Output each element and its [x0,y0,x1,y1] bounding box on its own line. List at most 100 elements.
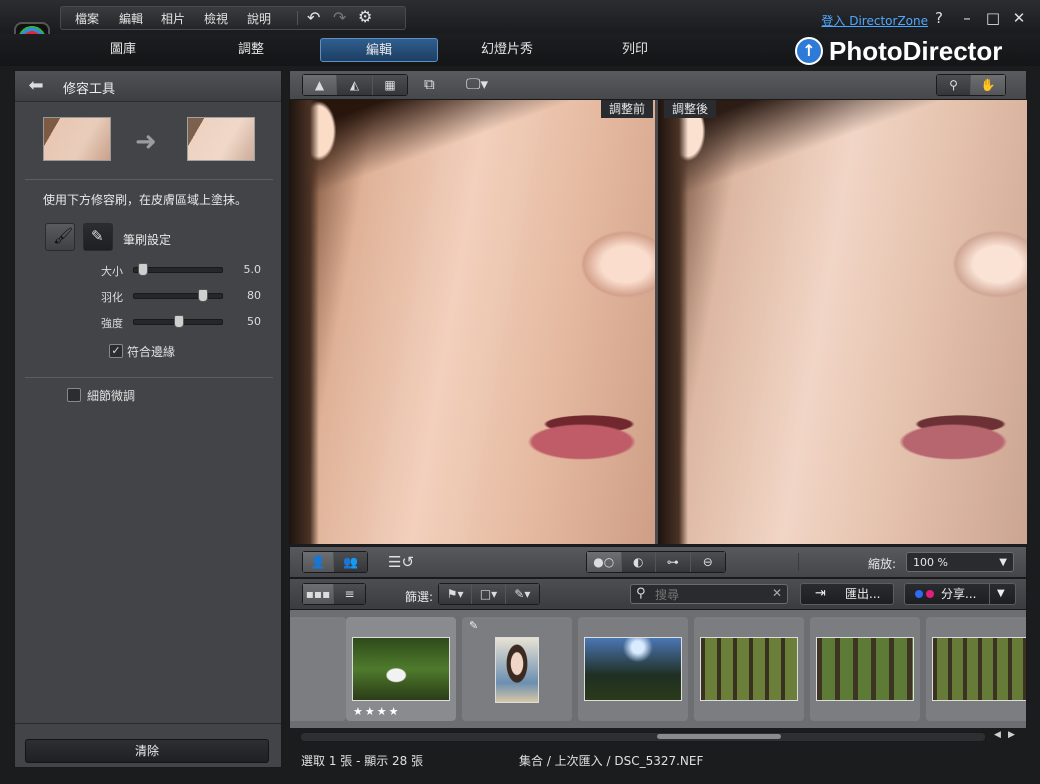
edited-filter-icon[interactable]: ✎▾ [505,584,539,604]
tab-adjust[interactable]: 調整 [192,38,310,62]
share-button[interactable]: 分享... ▼ [904,583,1016,605]
brand-name: PhotoDirector [829,35,1003,66]
divider [15,723,281,724]
photo-tile[interactable] [578,617,688,721]
tab-print[interactable]: 列印 [576,38,694,62]
single-view-icon[interactable]: ▲ [303,75,337,95]
zoom-magnifier-icon[interactable]: ⚲ [937,75,972,95]
scroll-left-icon[interactable]: ◀ [994,730,1001,740]
menu-photo[interactable]: 相片 [161,10,185,27]
strength-slider[interactable] [133,315,223,328]
split-side-by-side-icon[interactable]: ●○ [587,552,622,572]
hand-pan-icon[interactable]: ✋ [971,75,1005,95]
filmstrip-scrollbar[interactable] [300,732,986,742]
before-label: 調整前 [600,100,653,118]
scroll-right-icon[interactable]: ▶ [1008,730,1015,740]
feather-label: 羽化 [101,291,123,304]
list-view-icon[interactable]: ≡ [334,584,365,604]
photo-tile[interactable] [810,617,920,721]
feather-slider[interactable] [133,289,223,302]
photo-tile[interactable] [290,617,346,721]
after-image[interactable]: 調整後 [658,100,1027,544]
eraser-brush-icon: ✎ [91,227,104,245]
tab-edit[interactable]: 編輯 [320,38,438,62]
close-icon[interactable]: ✕ [1010,9,1028,27]
feather-value: 80 [247,289,261,302]
size-slider[interactable] [133,263,223,276]
menu-bar: 檔案 編輯 相片 檢視 說明 ↶ ↷ ⚙ [60,6,406,30]
filmstrip: ★★★★ ✎ [289,610,1027,728]
filmstrip-view-group: ▪▪▪ ≡ [302,583,366,605]
split-vertical-icon[interactable]: ◐ [621,552,656,572]
reset-layers-icon[interactable]: ☰↺ [388,553,414,571]
photo-tile[interactable]: ✎ [462,617,572,721]
two-people-icon[interactable]: 👥 [334,552,367,572]
viewer-toolbar: ▲ ◭ ▦ ⧉ 🖵▾ ⚲ ✋ [289,70,1027,100]
brush-tool-button[interactable]: 🖌 [45,223,75,251]
collection-path: 集合 / 上次匯入 / DSC_5327.NEF [519,754,704,768]
feather-slider-thumb[interactable] [198,289,208,302]
fine-tune-checkbox[interactable] [67,388,81,402]
before-image[interactable]: 調整前 [289,100,655,544]
menu-edit[interactable]: 編輯 [119,10,143,27]
after-label: 調整後 [664,100,717,118]
panel-header: ⬅ 修容工具 [15,71,281,102]
right-arrow-icon: ➜ [135,127,157,157]
chevron-down-icon: ▼ [999,557,1007,568]
rotate-icon[interactable]: ⧉ [424,75,435,93]
fit-edges-checkbox[interactable]: ✓ [109,344,123,358]
compare-view-icon[interactable]: ◭ [337,75,373,95]
single-person-icon[interactable]: 👤 [303,552,335,572]
back-arrow-icon[interactable]: ⬅ [23,76,49,96]
split-stacked-icon[interactable]: ⊶ [656,552,691,572]
photo-thumbnail [816,637,914,701]
maximize-icon[interactable]: □ [984,9,1002,27]
share-pink-dot-icon [926,590,934,598]
strength-slider-thumb[interactable] [174,315,184,328]
upload-arrow-icon: ↑ [795,37,823,65]
share-label: 分享... [941,587,977,601]
monitor-display-icon[interactable]: 🖵▾ [466,75,488,93]
status-bar: 選取 1 張 - 顯示 28 張 集合 / 上次匯入 / DSC_5327.NE… [289,746,1027,770]
tool-panel: ⬅ 修容工具 ➜ 使用下方修容刷，在皮膚區域上塗抹。 🖌 ✎ 筆刷設定 大小 5… [14,70,282,768]
zoom-label: 縮放: [868,557,897,571]
redo-icon[interactable]: ↷ [333,8,346,27]
filter-toolbar: ▪▪▪ ≡ 篩選: ⚑▾ □▾ ✎▾ ⚲ ✕ ⇥ 匯出... 分享... ▼ [289,578,1027,610]
undo-icon[interactable]: ↶ [307,8,320,27]
fine-tune-label: 細節微調 [87,389,136,403]
chevron-down-icon[interactable]: ▼ [997,584,1005,604]
export-button[interactable]: ⇥ 匯出... [800,583,894,605]
grid-view-icon[interactable]: ▦ [373,75,407,95]
menu-view[interactable]: 檢視 [204,10,228,27]
login-link[interactable]: 登入 DirectorZone [821,12,928,29]
clear-search-icon[interactable]: ✕ [772,586,782,600]
split-horizontal-icon[interactable]: ⊖ [690,552,725,572]
panel-title: 修容工具 [63,82,116,97]
export-label: 匯出... [845,587,881,601]
zoom-select[interactable]: 100 % ▼ [906,552,1014,572]
tab-library[interactable]: 圖庫 [64,38,182,62]
menu-help[interactable]: 說明 [247,10,271,27]
photo-tile[interactable] [926,617,1026,721]
photo-tile-selected[interactable]: ★★★★ [346,617,456,721]
flag-filter-icon[interactable]: ⚑▾ [439,584,473,604]
photo-thumbnail [495,637,539,703]
size-slider-thumb[interactable] [138,263,148,276]
filmstrip-view-icon[interactable]: ▪▪▪ [303,584,335,604]
clear-button[interactable]: 清除 [25,739,269,763]
rating-stars: ★★★★ [353,705,401,718]
navigation-tool-group: ⚲ ✋ [936,74,1006,96]
menu-file[interactable]: 檔案 [75,10,99,27]
face-mode-group: 👤 👥 [302,551,368,573]
eraser-tool-button[interactable]: ✎ [83,223,113,251]
minimize-icon[interactable]: – [958,9,976,27]
help-icon[interactable]: ? [930,9,948,27]
tab-slideshow[interactable]: 幻燈片秀 [448,38,566,62]
view-mode-group: ▲ ◭ ▦ [302,74,408,96]
scrollbar-thumb[interactable] [657,734,781,739]
photo-thumbnail [932,637,1026,701]
search-input[interactable] [653,587,767,603]
color-label-filter-icon[interactable]: □▾ [472,584,506,604]
settings-gear-icon[interactable]: ⚙ [358,7,372,26]
photo-tile[interactable] [694,617,804,721]
